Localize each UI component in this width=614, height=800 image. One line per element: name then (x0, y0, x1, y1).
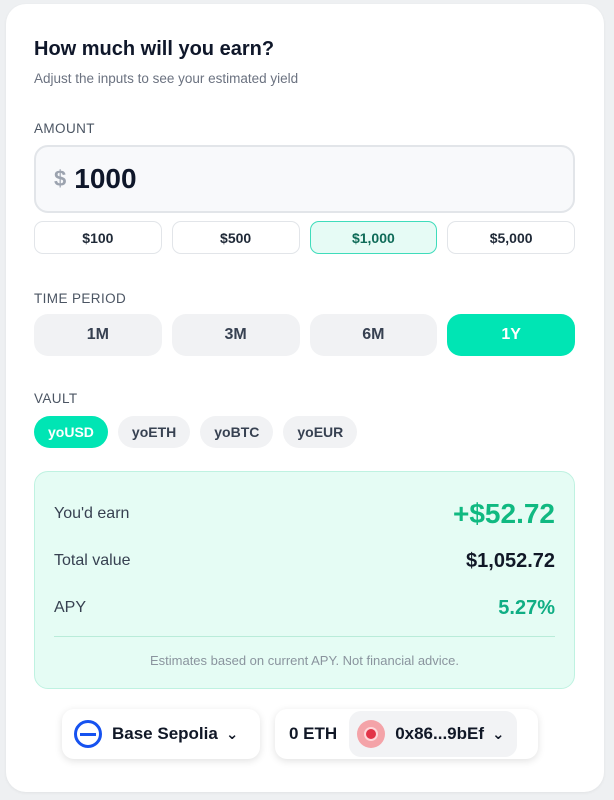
apy-label: APY (54, 599, 87, 616)
disclaimer-text: Estimates based on current APY. Not fina… (149, 653, 460, 668)
vault-yobtc-chip[interactable]: yoBTC (200, 416, 274, 448)
period-6m-button[interactable]: 6M (309, 314, 438, 356)
earn-value: +$52.72 (453, 498, 555, 529)
page-title: How much will you earn? (34, 38, 275, 60)
period-3m-button[interactable]: 3M (171, 314, 300, 356)
amount-field[interactable]: $ (34, 145, 575, 213)
wallet-widget: 0 ETH 0x86...9bEf ⌄ (275, 709, 538, 759)
currency-symbol: $ (54, 166, 67, 191)
time-period-label: TIME PERIOD (34, 291, 127, 306)
account-button[interactable]: 0x86...9bEf ⌄ (349, 711, 517, 757)
preset-5000-button[interactable]: $5,000 (447, 221, 575, 254)
wallet-avatar-icon (357, 720, 386, 748)
vault-label: VAULT (34, 391, 78, 406)
vault-yoeth-chip[interactable]: yoETH (117, 416, 191, 448)
amount-label: AMOUNT (34, 121, 95, 136)
apy-row: APY 5.27% (54, 593, 555, 623)
period-1m-button[interactable]: 1M (34, 314, 162, 356)
earn-row: You'd earn +$52.72 (54, 494, 555, 534)
network-selector-button[interactable]: Base Sepolia ⌄ (62, 709, 260, 759)
vault-selector: yoUSD yoETH yoBTC yoEUR (34, 416, 358, 448)
total-label: Total value (54, 552, 131, 569)
vault-yousd-chip[interactable]: yoUSD (34, 416, 108, 448)
total-value: $1,052.72 (466, 549, 555, 572)
base-network-icon (74, 720, 102, 748)
results-panel: You'd earn +$52.72 Total value $1,052.72… (34, 471, 575, 689)
eth-balance: 0 ETH (289, 724, 338, 743)
preset-1000-button[interactable]: $1,000 (309, 221, 438, 254)
apy-value: 5.27% (498, 596, 555, 619)
total-row: Total value $1,052.72 (54, 546, 555, 576)
time-period-selector: 1M 3M 6M 1Y (34, 314, 575, 356)
page-subtitle: Adjust the inputs to see your estimated … (34, 71, 299, 86)
network-label: Base Sepolia (112, 724, 218, 743)
amount-presets: $100 $500 $1,000 $5,000 (34, 221, 575, 254)
yield-calculator-card: How much will you earn? Adjust the input… (6, 4, 604, 792)
amount-input[interactable] (74, 163, 515, 195)
preset-500-button[interactable]: $500 (171, 221, 300, 254)
results-divider (54, 636, 555, 637)
period-1y-button[interactable]: 1Y (447, 314, 575, 356)
earn-label: You'd earn (54, 505, 130, 522)
wallet-address: 0x86...9bEf (395, 724, 485, 743)
chevron-down-icon: ⌄ (225, 726, 239, 743)
vault-yoeur-chip[interactable]: yoEUR (283, 416, 358, 448)
chevron-down-icon: ⌄ (492, 726, 505, 743)
preset-100-button[interactable]: $100 (34, 221, 162, 254)
